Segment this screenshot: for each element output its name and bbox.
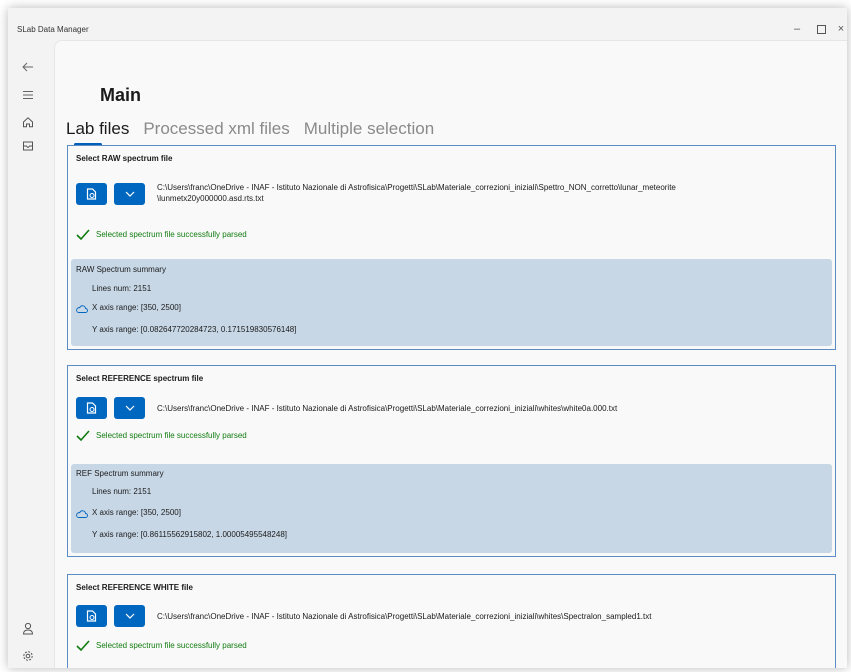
raw-spectrum-section: Select RAW spectrum file C:\Users\franc\…	[67, 145, 836, 350]
white-options-dropdown[interactable]	[114, 605, 145, 627]
y-axis-range: Y axis range: [0.082647720284723, 0.1715…	[92, 325, 297, 334]
back-button[interactable]	[18, 57, 38, 77]
cloud-icon	[76, 305, 88, 313]
status-text: Selected spectrum file successfully pars…	[96, 641, 247, 650]
section-title: Select REFERENCE WHITE file	[76, 583, 193, 592]
cloud-icon	[76, 510, 88, 518]
checkmark-icon	[76, 430, 90, 441]
raw-spectrum-summary: RAW Spectrum summary Lines num: 2151 X a…	[71, 259, 832, 346]
section-title: Select RAW spectrum file	[76, 154, 173, 163]
x-axis-range: X axis range: [350, 2500]	[92, 508, 181, 517]
back-icon	[22, 62, 33, 72]
reference-spectrum-section: Select REFERENCE spectrum file C:\Users\…	[67, 365, 836, 557]
main-content: Main Lab files Processed xml files Multi…	[54, 40, 847, 668]
nav-item-archive[interactable]	[18, 136, 38, 156]
raw-file-path: C:\Users\franc\OneDrive - INAF - Istitut…	[157, 182, 676, 204]
tab-lab-files[interactable]: Lab files	[66, 119, 129, 139]
reference-white-section: Select REFERENCE WHITE file C:\Users\fra…	[67, 574, 836, 668]
white-parse-status: Selected spectrum file successfully pars…	[76, 640, 247, 651]
open-file-icon	[86, 402, 97, 414]
navigation-rail	[8, 48, 54, 668]
reference-file-path: C:\Users\franc\OneDrive - INAF - Istitut…	[157, 404, 618, 413]
minimize-button[interactable]: –	[790, 22, 804, 36]
summary-title: REF Spectrum summary	[76, 469, 164, 478]
browse-raw-button[interactable]	[76, 183, 107, 205]
tab-multiple-selection[interactable]: Multiple selection	[304, 119, 434, 139]
nav-item-account[interactable]	[18, 618, 38, 638]
y-axis-range: Y axis range: [0.86115562915802, 1.00005…	[92, 530, 287, 539]
chevron-down-icon	[125, 405, 134, 411]
raw-file-path-line1: C:\Users\franc\OneDrive - INAF - Istitut…	[157, 183, 676, 192]
archive-icon	[23, 141, 33, 151]
close-button[interactable]: ×	[834, 22, 847, 36]
reference-spectrum-summary: REF Spectrum summary Lines num: 2151 X a…	[71, 464, 832, 553]
checkmark-icon	[76, 229, 90, 240]
maximize-button[interactable]	[814, 22, 828, 38]
person-icon	[22, 622, 34, 634]
x-axis-range: X axis range: [350, 2500]	[92, 303, 181, 312]
summary-title: RAW Spectrum summary	[76, 265, 166, 274]
settings-icon	[23, 651, 33, 661]
home-icon	[23, 117, 33, 128]
browse-white-button[interactable]	[76, 605, 107, 627]
white-file-path: C:\Users\franc\OneDrive - INAF - Istitut…	[157, 612, 652, 621]
status-text: Selected spectrum file successfully pars…	[96, 230, 247, 239]
app-window: SLab Data Manager – × Main Lab files Pro…	[8, 8, 847, 668]
browse-reference-button[interactable]	[76, 397, 107, 419]
section-title: Select REFERENCE spectrum file	[76, 374, 204, 383]
menu-toggle-button[interactable]	[18, 85, 38, 105]
lines-num: Lines num: 2151	[92, 284, 152, 293]
page-title: Main	[100, 85, 142, 105]
checkmark-icon	[76, 640, 90, 651]
nav-item-settings[interactable]	[18, 646, 38, 666]
tab-processed-xml-files[interactable]: Processed xml files	[143, 119, 289, 139]
maximize-icon	[816, 25, 826, 34]
window-title: SLab Data Manager	[17, 25, 89, 34]
status-text: Selected spectrum file successfully pars…	[96, 431, 247, 440]
chevron-down-icon	[125, 613, 134, 619]
chevron-down-icon	[125, 191, 134, 197]
raw-options-dropdown[interactable]	[114, 183, 145, 205]
tab-bar: Lab files Processed xml files Multiple s…	[66, 119, 448, 146]
nav-item-home[interactable]	[18, 112, 38, 132]
open-file-icon	[86, 188, 97, 200]
raw-parse-status: Selected spectrum file successfully pars…	[76, 229, 247, 240]
open-file-icon	[86, 610, 97, 622]
reference-options-dropdown[interactable]	[114, 397, 145, 419]
hamburger-icon	[23, 91, 33, 99]
reference-parse-status: Selected spectrum file successfully pars…	[76, 430, 247, 441]
lines-num: Lines num: 2151	[92, 487, 152, 496]
raw-file-path-line2: \lunmetx20y000000.asd.rts.txt	[157, 194, 264, 203]
